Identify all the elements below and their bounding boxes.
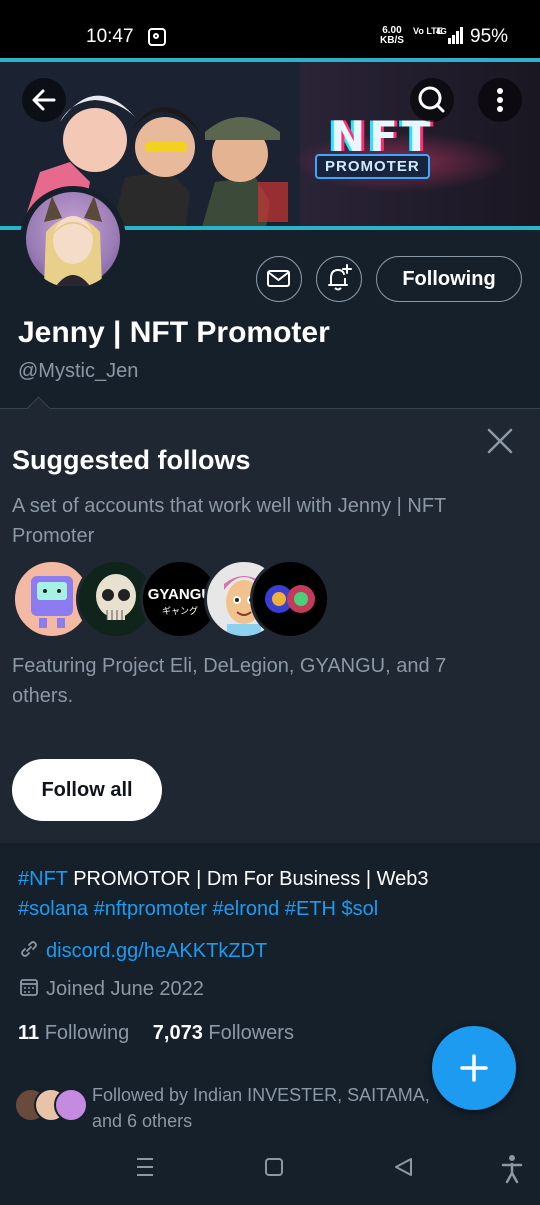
more-options-button[interactable] bbox=[478, 78, 522, 122]
compose-tweet-button[interactable] bbox=[432, 1026, 516, 1110]
profile-name: Jenny | NFT Promoter bbox=[18, 316, 330, 349]
plus-icon bbox=[460, 1054, 488, 1082]
suggested-avatars[interactable]: GYANGU ギャング bbox=[12, 559, 332, 643]
link-icon bbox=[21, 941, 37, 957]
bio-hashtags[interactable]: #solana #nftpromoter #elrond #ETH $sol bbox=[18, 898, 378, 920]
join-date: Joined June 2022 bbox=[18, 976, 204, 1001]
message-button[interactable] bbox=[256, 256, 302, 302]
profile-bio: #NFT PROMOTOR | Dm For Business | Web3 #… bbox=[18, 868, 429, 920]
suggested-follows-card: Suggested follows A set of accounts that… bbox=[0, 396, 540, 843]
svg-text:4G: 4G bbox=[436, 27, 447, 36]
network-speed: 6.00 KB/S bbox=[380, 25, 404, 46]
system-navigation-bar bbox=[0, 1140, 540, 1200]
bell-plus-icon bbox=[328, 264, 352, 291]
following-button[interactable]: Following bbox=[376, 256, 522, 302]
back-button[interactable] bbox=[22, 78, 66, 122]
banner-promoter-text: PROMOTER bbox=[315, 154, 430, 179]
suggested-avatar-abstract bbox=[250, 559, 330, 639]
follow-stats: 11 Following 7,073 Followers bbox=[18, 1022, 294, 1045]
accessibility-icon[interactable] bbox=[501, 1155, 523, 1184]
calendar-icon bbox=[20, 979, 38, 996]
arrow-left-icon bbox=[32, 89, 56, 111]
svg-text:GYANGU: GYANGU bbox=[148, 586, 212, 603]
hashtag-nft[interactable]: #NFT bbox=[18, 868, 68, 890]
suggested-description: A set of accounts that work well with Je… bbox=[12, 495, 446, 547]
close-icon bbox=[487, 428, 513, 454]
followers-count-link[interactable]: 7,073 Followers bbox=[153, 1022, 294, 1044]
profile-link[interactable]: discord.gg/heAKKTkZDT bbox=[18, 938, 267, 963]
svg-text:ギャング: ギャング bbox=[162, 605, 198, 617]
search-icon bbox=[418, 86, 445, 113]
followed-by-text[interactable]: Followed by Indian INVESTER, SAITAMA, an… bbox=[92, 1082, 432, 1134]
profile-handle: @Mystic_Jen bbox=[18, 360, 139, 382]
envelope-icon bbox=[267, 270, 290, 287]
follow-all-button[interactable]: Follow all bbox=[12, 759, 162, 821]
suggested-title: Suggested follows bbox=[12, 445, 251, 475]
notifications-button[interactable] bbox=[316, 256, 362, 302]
clock: 10:47 bbox=[86, 26, 134, 47]
signal-icon: 4G bbox=[436, 26, 464, 49]
avatar-illustration bbox=[44, 196, 102, 286]
following-count-link[interactable]: 11 Following bbox=[18, 1022, 129, 1044]
instagram-notification-icon bbox=[148, 28, 166, 46]
recents-icon[interactable] bbox=[137, 1158, 153, 1176]
home-icon[interactable] bbox=[265, 1158, 283, 1176]
battery-level: 95% bbox=[470, 26, 509, 47]
dismiss-suggestions-button[interactable] bbox=[482, 423, 518, 459]
back-nav-icon[interactable] bbox=[395, 1158, 412, 1176]
suggested-featuring: Featuring Project Eli, DeLegion, GYANGU,… bbox=[12, 655, 447, 707]
more-vertical-icon bbox=[497, 88, 503, 112]
search-button[interactable] bbox=[410, 78, 454, 122]
follower-avatar-3 bbox=[54, 1088, 88, 1122]
profile-avatar[interactable] bbox=[20, 186, 126, 292]
